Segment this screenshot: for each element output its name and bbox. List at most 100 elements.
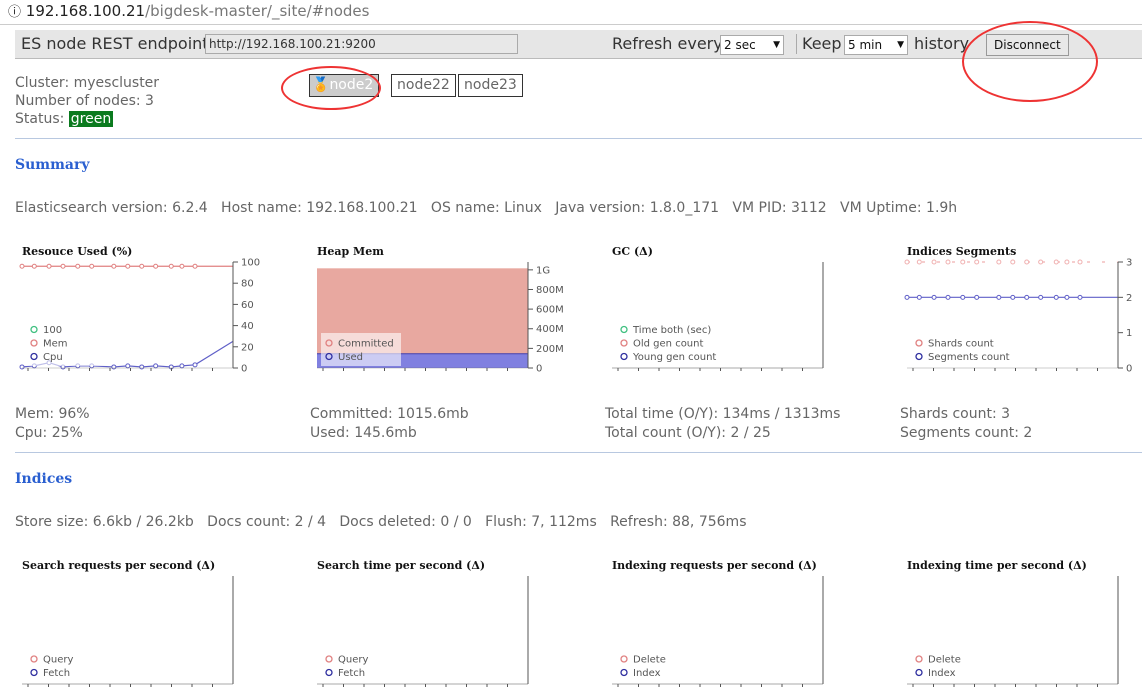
data-point	[1064, 259, 1070, 265]
x-tick-label: :30	[505, 374, 521, 375]
data-point	[916, 259, 922, 265]
x-tick-label: :30	[1095, 374, 1111, 375]
data-point	[31, 263, 37, 269]
x-tick-label: :15	[972, 374, 988, 375]
x-tick-label: :10	[636, 374, 652, 375]
legend-label: Query	[43, 655, 73, 666]
data-point	[111, 263, 117, 269]
data-point	[916, 294, 922, 300]
x-tick-label: :20	[128, 374, 144, 375]
node-tab-node23[interactable]: node23	[458, 74, 523, 97]
legend-label: Mem	[43, 339, 68, 350]
data-point	[996, 294, 1002, 300]
data-point	[89, 263, 95, 269]
info-icon[interactable]: ⓘ	[8, 5, 21, 20]
y-tick-label: 100	[241, 258, 260, 269]
data-point	[1010, 259, 1016, 265]
chart-stat: Shards count: 3	[900, 406, 1011, 422]
chart-title: Indexing time per second (Δ)	[907, 559, 1087, 572]
annotation-circle	[962, 21, 1098, 102]
keep-select[interactable]: 5 min ▼	[844, 35, 908, 55]
data-point	[945, 259, 951, 265]
history-label: history	[914, 34, 970, 53]
data-point	[960, 294, 966, 300]
data-point	[974, 259, 980, 265]
data-point	[153, 263, 159, 269]
legend-label: Old gen count	[633, 339, 703, 350]
data-point	[1038, 294, 1044, 300]
endpoint-input[interactable]: http://192.168.100.21:9200	[205, 34, 518, 54]
summary-info: Elasticsearch version: 6.2.4 Host name: …	[15, 200, 958, 216]
x-tick-label: :30	[210, 374, 226, 375]
url-host: 192.168.100.21	[25, 2, 146, 20]
data-point	[168, 263, 174, 269]
x-tick-label: :10	[46, 374, 62, 375]
y-tick-label: 0	[536, 364, 542, 375]
chart-title: Heap Mem	[317, 245, 384, 258]
data-point	[1010, 294, 1016, 300]
divider	[15, 452, 1142, 453]
chart-svg: 0 200M 400M 600M 800M 1G:10:15:20:25:30 Commit…	[317, 262, 564, 375]
x-tick-label: :20	[718, 374, 734, 375]
chart-title: Search time per second (Δ)	[317, 559, 486, 572]
chart-svg: 0 20 40 60 80 100:10:15:20:25:30 100 Mem Cpu	[19, 258, 260, 375]
data-point	[996, 259, 1002, 265]
x-tick-label: :15	[677, 374, 693, 375]
legend-label: Fetch	[338, 668, 365, 679]
node-tab-node22[interactable]: node22	[391, 74, 456, 97]
legend-label: Index	[633, 668, 661, 679]
refresh-label: Refresh every	[612, 34, 723, 53]
endpoint-label: ES node REST endpoint	[21, 34, 209, 53]
toolbar-separator	[796, 34, 797, 54]
data-point	[192, 362, 198, 368]
status-label: Status:	[15, 111, 65, 127]
legend-label: Time both (sec)	[632, 325, 711, 336]
data-point	[974, 294, 980, 300]
data-point	[153, 363, 159, 369]
x-tick-label: :15	[87, 374, 103, 375]
node-count: Number of nodes: 3	[15, 93, 154, 109]
y-tick-label: 60	[241, 300, 254, 311]
y-tick-label: 200M	[536, 344, 564, 355]
legend-label: Query	[338, 655, 368, 666]
chart-stat: Committed: 1015.6mb	[310, 406, 469, 422]
legend-label: 100	[43, 325, 62, 336]
x-tick-label: :20	[1013, 374, 1029, 375]
data-point	[179, 263, 185, 269]
data-point	[46, 263, 52, 269]
y-tick-label: 800M	[536, 285, 564, 296]
refresh-select[interactable]: 2 sec ▼	[720, 35, 784, 55]
chart-stat: Total time (O/Y): 134ms / 1313ms	[605, 406, 841, 422]
dropdown-arrow-icon: ▼	[897, 40, 904, 50]
data-point	[125, 263, 131, 269]
data-point	[1053, 294, 1059, 300]
data-point	[960, 259, 966, 265]
cluster-name: Cluster: myescluster	[15, 75, 160, 91]
y-tick-label: 600M	[536, 305, 564, 316]
y-tick-label: 80	[241, 279, 254, 290]
x-tick-label: :15	[382, 374, 398, 375]
x-tick-label: :10	[341, 374, 357, 375]
data-point	[1038, 259, 1044, 265]
chart-svg: Delete Index	[612, 576, 824, 687]
y-tick-label: 3	[1126, 258, 1132, 269]
data-point	[1077, 259, 1083, 265]
chart-stat: Total count (O/Y): 2 / 25	[605, 425, 771, 441]
keep-label: Keep	[802, 34, 842, 53]
data-point	[19, 263, 25, 269]
indices-info: Store size: 6.6kb / 26.2kb Docs count: 2…	[15, 514, 747, 530]
chart-svg: Query Fetch	[22, 576, 234, 687]
chart-title: Indices Segments	[907, 245, 1017, 258]
x-tick-label: :25	[759, 374, 775, 375]
chart-stat: Segments count: 2	[900, 425, 1033, 441]
status-badge: green	[68, 111, 114, 127]
y-tick-label: 0	[1126, 364, 1132, 375]
x-tick-label: :20	[423, 374, 439, 375]
data-point	[60, 263, 66, 269]
address-bar[interactable]: ⓘ 192.168.100.21/bigdesk-master/_site/#n…	[0, 0, 1142, 25]
y-tick-label: 20	[241, 342, 254, 353]
divider	[15, 138, 1142, 139]
y-tick-label: 40	[241, 321, 254, 332]
chart-svg: Delete Index	[907, 576, 1119, 687]
data-point	[945, 294, 951, 300]
